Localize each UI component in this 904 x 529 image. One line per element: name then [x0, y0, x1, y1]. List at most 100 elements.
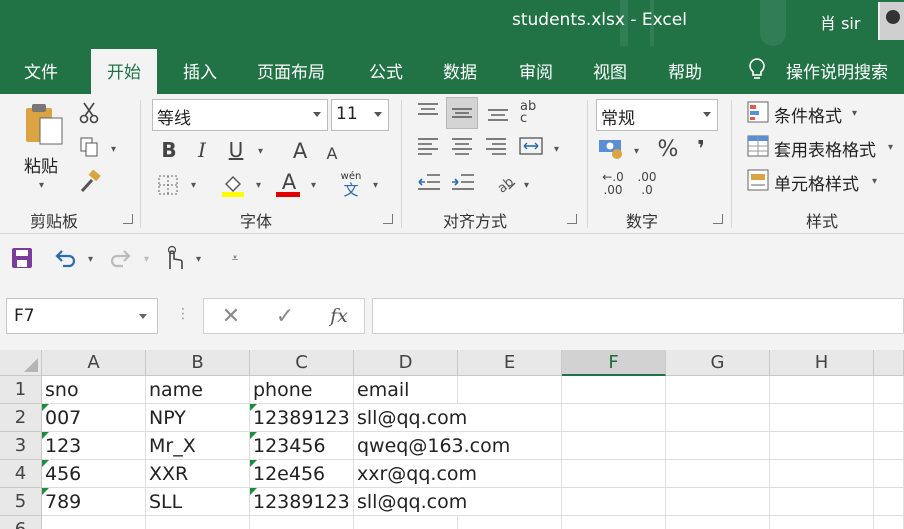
- empty-cell[interactable]: [874, 516, 904, 529]
- fill-color-icon[interactable]: [220, 172, 246, 198]
- font-color-button[interactable]: A: [276, 170, 302, 194]
- font-name-select[interactable]: 等线: [152, 99, 328, 131]
- empty-cell[interactable]: [874, 488, 904, 516]
- format-as-table-icon[interactable]: [746, 134, 770, 158]
- copy-chevron-down-icon[interactable]: ▾: [111, 144, 116, 155]
- cell-a3[interactable]: 123: [42, 432, 146, 460]
- cell-d5[interactable]: sll@qq.com: [354, 488, 467, 516]
- percent-button[interactable]: %: [656, 136, 680, 162]
- empty-cell[interactable]: [874, 376, 904, 404]
- empty-cell[interactable]: [562, 460, 666, 488]
- tab-file[interactable]: 文件: [24, 58, 58, 83]
- cell-d1[interactable]: email: [354, 376, 458, 404]
- clipboard-launcher-icon[interactable]: [123, 214, 133, 224]
- cell-c1[interactable]: phone: [250, 376, 354, 404]
- fill-color-chevron-down-icon[interactable]: ▾: [256, 180, 261, 191]
- column-header-partial[interactable]: [874, 350, 904, 376]
- cell-styles-icon[interactable]: [746, 168, 770, 192]
- wrap-text-button[interactable]: ab c: [520, 98, 544, 128]
- empty-cell[interactable]: [666, 460, 770, 488]
- empty-cell[interactable]: [42, 516, 146, 529]
- paste-icon[interactable]: [22, 102, 66, 148]
- merge-chevron-down-icon[interactable]: ▾: [554, 144, 559, 155]
- empty-cell[interactable]: [770, 432, 874, 460]
- touch-mode-icon[interactable]: [162, 244, 186, 272]
- conditional-formatting-icon[interactable]: [746, 100, 770, 124]
- cell-c5[interactable]: 12389123: [250, 488, 354, 516]
- lightbulb-icon[interactable]: [748, 57, 766, 81]
- empty-cell[interactable]: [146, 516, 250, 529]
- cell-b3[interactable]: Mr_X: [146, 432, 250, 460]
- empty-cell[interactable]: [562, 404, 666, 432]
- currency-icon[interactable]: [598, 136, 626, 162]
- row-header-4[interactable]: 4: [0, 460, 42, 488]
- empty-cell[interactable]: [666, 516, 770, 529]
- paste-label[interactable]: 粘贴: [24, 152, 58, 177]
- name-box[interactable]: F7: [6, 298, 158, 334]
- font-size-select[interactable]: 11: [331, 99, 389, 131]
- cell-styles-button[interactable]: 单元格样式: [774, 170, 859, 195]
- empty-cell[interactable]: [562, 432, 666, 460]
- empty-cell[interactable]: [770, 404, 874, 432]
- cell-a2[interactable]: 007: [42, 404, 146, 432]
- customize-qat-icon[interactable]: ⩡: [228, 248, 242, 268]
- font-color-chevron-down-icon[interactable]: ▾: [311, 180, 316, 191]
- select-all-button[interactable]: [0, 350, 42, 376]
- empty-cell[interactable]: [666, 404, 770, 432]
- empty-cell[interactable]: [770, 516, 874, 529]
- align-right-icon[interactable]: [484, 134, 508, 158]
- phonetic-chevron-down-icon[interactable]: ▾: [373, 180, 378, 191]
- row-header-5[interactable]: 5: [0, 488, 42, 516]
- grow-font-button[interactable]: A: [288, 138, 312, 164]
- format-painter-icon[interactable]: [78, 170, 102, 194]
- tab-view[interactable]: 视图: [593, 58, 627, 83]
- font-launcher-icon[interactable]: [383, 214, 393, 224]
- cell-b5[interactable]: SLL: [146, 488, 250, 516]
- empty-cell[interactable]: [874, 432, 904, 460]
- cell-c2[interactable]: 12389123: [250, 404, 354, 432]
- tab-review[interactable]: 审阅: [519, 58, 553, 83]
- insert-function-button[interactable]: fx: [326, 303, 352, 329]
- column-header-g[interactable]: G: [666, 350, 770, 376]
- align-center-icon[interactable]: [450, 134, 474, 158]
- align-left-icon[interactable]: [416, 134, 440, 158]
- row-header-3[interactable]: 3: [0, 432, 42, 460]
- avatar[interactable]: [878, 2, 904, 40]
- save-icon[interactable]: [10, 246, 34, 270]
- empty-cell[interactable]: [562, 516, 666, 529]
- empty-cell[interactable]: [666, 488, 770, 516]
- alignment-launcher-icon[interactable]: [567, 214, 577, 224]
- empty-cell[interactable]: [458, 376, 562, 404]
- empty-cell[interactable]: [458, 404, 562, 432]
- format-as-table-chevron-down-icon[interactable]: ▾: [888, 142, 893, 153]
- row-header-6[interactable]: 6: [0, 516, 42, 529]
- tab-help[interactable]: 帮助: [668, 58, 702, 83]
- tab-formulas[interactable]: 公式: [369, 58, 403, 83]
- redo-icon[interactable]: [108, 246, 134, 270]
- empty-cell[interactable]: [770, 488, 874, 516]
- touch-mode-chevron-down-icon[interactable]: ▾: [196, 254, 201, 265]
- underline-button[interactable]: U: [225, 138, 247, 162]
- decrease-decimal-button[interactable]: .00 .0: [634, 170, 660, 198]
- empty-cell[interactable]: [354, 516, 458, 529]
- cut-icon[interactable]: [78, 102, 100, 124]
- merge-center-icon[interactable]: [518, 134, 544, 158]
- copy-icon[interactable]: [78, 136, 100, 158]
- column-header-b[interactable]: B: [146, 350, 250, 376]
- orientation-icon[interactable]: ab: [492, 170, 518, 194]
- tell-me-search[interactable]: 操作说明搜索: [786, 58, 888, 83]
- formula-bar-splitter[interactable]: ⋮: [176, 306, 190, 326]
- cell-d3[interactable]: qweq@163.com: [354, 432, 510, 460]
- conditional-formatting-button[interactable]: 条件格式: [774, 102, 842, 127]
- empty-cell[interactable]: [562, 488, 666, 516]
- column-header-d[interactable]: D: [354, 350, 458, 376]
- empty-cell[interactable]: [250, 516, 354, 529]
- decrease-indent-icon[interactable]: [416, 170, 442, 194]
- italic-button[interactable]: I: [191, 138, 213, 162]
- cell-c4[interactable]: 12e456: [250, 460, 354, 488]
- column-header-c[interactable]: C: [250, 350, 354, 376]
- cell-a1[interactable]: sno: [42, 376, 146, 404]
- cell-d2[interactable]: sll@qq.com: [354, 404, 467, 432]
- cell-b1[interactable]: name: [146, 376, 250, 404]
- cell-a4[interactable]: 456: [42, 460, 146, 488]
